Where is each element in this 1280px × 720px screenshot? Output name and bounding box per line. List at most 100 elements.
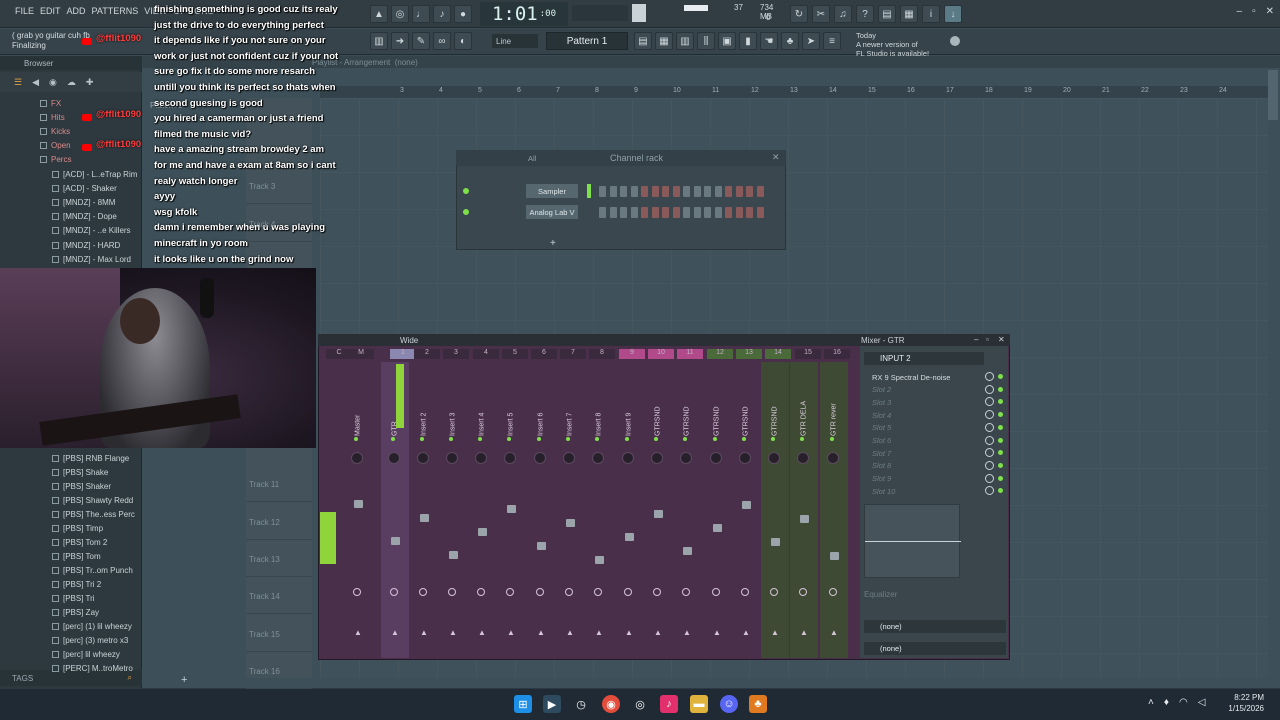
mixer-led[interactable] [625, 437, 629, 441]
step-button[interactable] [683, 186, 690, 197]
mixer-track-number[interactable]: 5 [502, 349, 528, 359]
volume-fader[interactable] [566, 519, 575, 527]
mixer-led[interactable] [478, 437, 482, 441]
effect-slot[interactable]: Slot 4 [872, 409, 992, 421]
slot-enable-led[interactable] [998, 475, 1003, 481]
news-panel[interactable]: Today A newer version of FL Studio is av… [856, 31, 956, 58]
step-button[interactable] [609, 207, 617, 218]
browser-item[interactable]: [ACD] - Shaker [0, 181, 140, 195]
effect-slot[interactable]: Slot 5 [872, 422, 992, 434]
pan-knob[interactable] [534, 452, 546, 464]
step-button[interactable] [641, 186, 648, 197]
route-icon[interactable] [565, 588, 573, 596]
mixer-maximize-icon[interactable]: ▫ [986, 335, 989, 344]
step-button[interactable] [672, 207, 680, 218]
mixer-track-number[interactable]: 13 [736, 349, 762, 359]
effect-slot[interactable]: RX 9 Spectral De-noise [872, 371, 992, 383]
pan-knob[interactable] [622, 452, 634, 464]
track-header[interactable]: Track 15 [246, 616, 312, 652]
browser-item[interactable]: [MNDZ] - HARD [0, 238, 140, 252]
browser-disk-icon[interactable]: ◉ [49, 77, 57, 88]
browser-item[interactable]: [PBS] Tom [0, 549, 140, 563]
add-channel-icon[interactable]: + [550, 238, 556, 249]
send-arrow-icon[interactable]: ▲ [537, 628, 545, 637]
route-icon[interactable] [682, 588, 690, 596]
maximize-icon[interactable]: ▫ [1252, 6, 1256, 17]
channel-button[interactable]: Sampler [526, 184, 578, 198]
volume-fader[interactable] [771, 538, 780, 546]
browser-cloud-icon[interactable]: ☁ [67, 77, 76, 88]
browser-back-icon[interactable]: ◀ [32, 77, 39, 88]
step-button[interactable] [704, 207, 711, 218]
mixer-preset[interactable]: Wide [400, 336, 418, 345]
mixer-track-number[interactable]: 9 [619, 349, 645, 359]
pan-knob[interactable] [827, 452, 839, 464]
timeline-ruler[interactable]: 3 4 5 6 7 8 9 10 11 12 13 14 15 16 17 18 19 20 21 22 23 24 [320, 86, 1268, 98]
mixer-led[interactable] [566, 437, 570, 441]
route-icon[interactable] [712, 588, 720, 596]
channel-mute-led[interactable] [463, 209, 469, 215]
fl-studio-icon[interactable]: ♣ [749, 695, 767, 713]
pan-knob[interactable] [592, 452, 604, 464]
paint-icon[interactable]: ◐ [454, 32, 472, 50]
slot-enable-led[interactable] [998, 462, 1003, 468]
route-icon[interactable] [829, 588, 837, 596]
browser-item[interactable]: Kicks [0, 124, 140, 138]
pan-knob[interactable] [417, 452, 429, 464]
effect-slot[interactable]: Slot 2 [872, 384, 992, 396]
slot-enable-led[interactable] [998, 437, 1003, 443]
slot-mix-knob[interactable] [985, 460, 994, 470]
snap-select[interactable]: Line [492, 34, 538, 48]
stem-icon[interactable]: ♣ [781, 32, 799, 50]
browser-item[interactable]: [MNDZ] - ..e Killers [0, 224, 140, 238]
mixer-track-number[interactable]: 1 [390, 349, 416, 359]
step-button[interactable] [651, 207, 659, 218]
mixer-led[interactable] [354, 437, 358, 441]
mixer-track-number[interactable]: 4 [473, 349, 499, 359]
step-button[interactable] [620, 186, 627, 197]
mixer-track-number[interactable]: 11 [677, 349, 703, 359]
route-icon[interactable] [799, 588, 807, 596]
mixer-input-select[interactable]: INPUT 2 [864, 352, 984, 365]
browser-item[interactable]: [PERC] M..troMetro [0, 661, 140, 675]
volume-fader[interactable] [830, 552, 839, 560]
step-button[interactable] [725, 186, 732, 197]
mixer-track-number[interactable]: 2 [414, 349, 440, 359]
mixer-led[interactable] [420, 437, 424, 441]
volume-fader[interactable] [742, 501, 751, 509]
step-button[interactable] [735, 186, 743, 197]
mixer-track-number[interactable]: 7 [560, 349, 586, 359]
slot-mix-knob[interactable] [985, 435, 994, 445]
song-time-display[interactable]: 1:01:00 [480, 2, 568, 26]
route-icon[interactable] [506, 588, 514, 596]
close-icon[interactable]: ✕ [1266, 6, 1274, 17]
touch-icon[interactable]: ☚ [760, 32, 778, 50]
route-icon[interactable] [624, 588, 632, 596]
arrow-icon[interactable]: ➜ [391, 32, 409, 50]
help-icon[interactable]: ? [856, 5, 874, 23]
send-arrow-icon[interactable]: ▲ [449, 628, 457, 637]
folder-icon[interactable]: ▬ [690, 695, 708, 713]
pan-knob[interactable] [651, 452, 663, 464]
step-button[interactable] [756, 186, 764, 197]
mixer-led[interactable] [507, 437, 511, 441]
wifi-icon[interactable]: ◠ [1179, 697, 1188, 708]
plugin-picker-icon[interactable]: ▣ [718, 32, 736, 50]
loop-icon[interactable]: ◎ [391, 5, 409, 23]
menu-add[interactable]: ADD [66, 6, 87, 16]
clock-app-icon[interactable]: ◷ [572, 695, 590, 713]
pan-knob[interactable] [797, 452, 809, 464]
pencil-icon[interactable]: ✎ [412, 32, 430, 50]
browser-item[interactable]: [perc] lil wheezy [0, 647, 140, 661]
send-arrow-icon[interactable]: ▲ [800, 628, 808, 637]
equalizer-graph[interactable] [864, 504, 961, 578]
volume-fader[interactable] [391, 537, 400, 545]
slot-mix-knob[interactable] [985, 473, 994, 483]
mixer-led[interactable] [449, 437, 453, 441]
step-button[interactable] [609, 186, 617, 197]
mixer-led[interactable] [800, 437, 804, 441]
track-header[interactable]: Track 14 [246, 578, 312, 614]
step-button[interactable] [683, 207, 690, 218]
step-button[interactable] [599, 186, 606, 197]
browser-item[interactable]: FX [0, 96, 140, 110]
